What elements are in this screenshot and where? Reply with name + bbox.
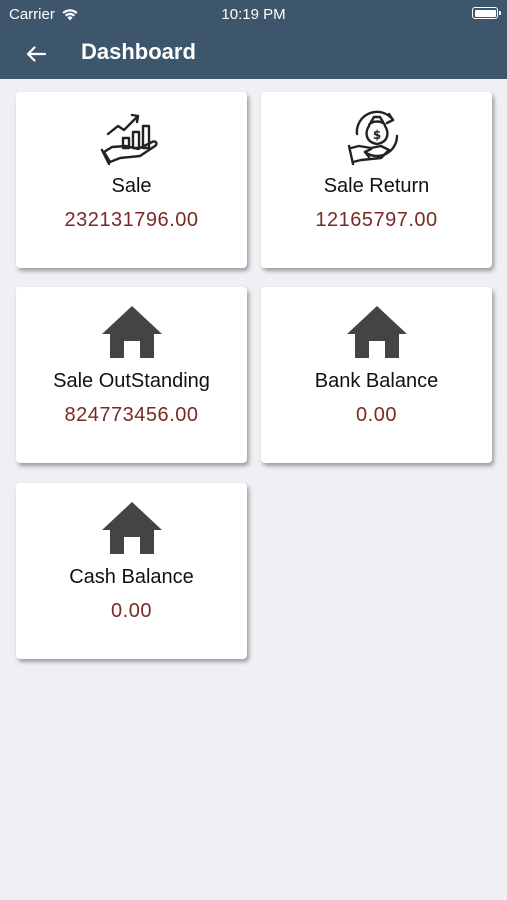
card-value: 12165797.00 <box>315 209 438 231</box>
card-label: Sale <box>111 175 152 197</box>
card-value: 0.00 <box>356 404 397 426</box>
battery-icon <box>472 7 501 19</box>
card-cash-balance[interactable]: Cash Balance 0.00 <box>16 483 247 659</box>
card-value: 0.00 <box>111 600 152 622</box>
card-label: Sale Return <box>323 175 430 197</box>
card-sale-return[interactable]: $ Sale Return 12165797.00 <box>261 92 492 268</box>
page-title: Dashboard <box>81 39 196 64</box>
card-value: 232131796.00 <box>64 209 199 231</box>
status-time: 10:19 PM <box>221 6 286 23</box>
back-arrow-icon <box>26 46 47 62</box>
money-return-icon: $ <box>261 106 492 168</box>
card-sale-outstanding[interactable]: Sale OutStanding 824773456.00 <box>16 287 247 463</box>
card-sale[interactable]: Sale 232131796.00 <box>16 92 247 268</box>
back-button[interactable] <box>20 38 52 70</box>
svg-text:$: $ <box>372 128 380 142</box>
card-bank-balance[interactable]: Bank Balance 0.00 <box>261 287 492 463</box>
card-label: Cash Balance <box>69 566 194 588</box>
status-bar: Carrier 10:19 PM <box>0 0 507 28</box>
home-icon <box>16 301 247 363</box>
card-label: Bank Balance <box>314 370 439 392</box>
card-label: Sale OutStanding <box>53 370 210 392</box>
sales-growth-icon <box>16 106 247 168</box>
card-value: 824773456.00 <box>64 404 199 426</box>
home-icon <box>16 497 247 559</box>
nav-bar: Dashboard <box>0 28 507 79</box>
home-icon <box>261 301 492 363</box>
header: Carrier 10:19 PM Dashboard <box>0 0 507 79</box>
